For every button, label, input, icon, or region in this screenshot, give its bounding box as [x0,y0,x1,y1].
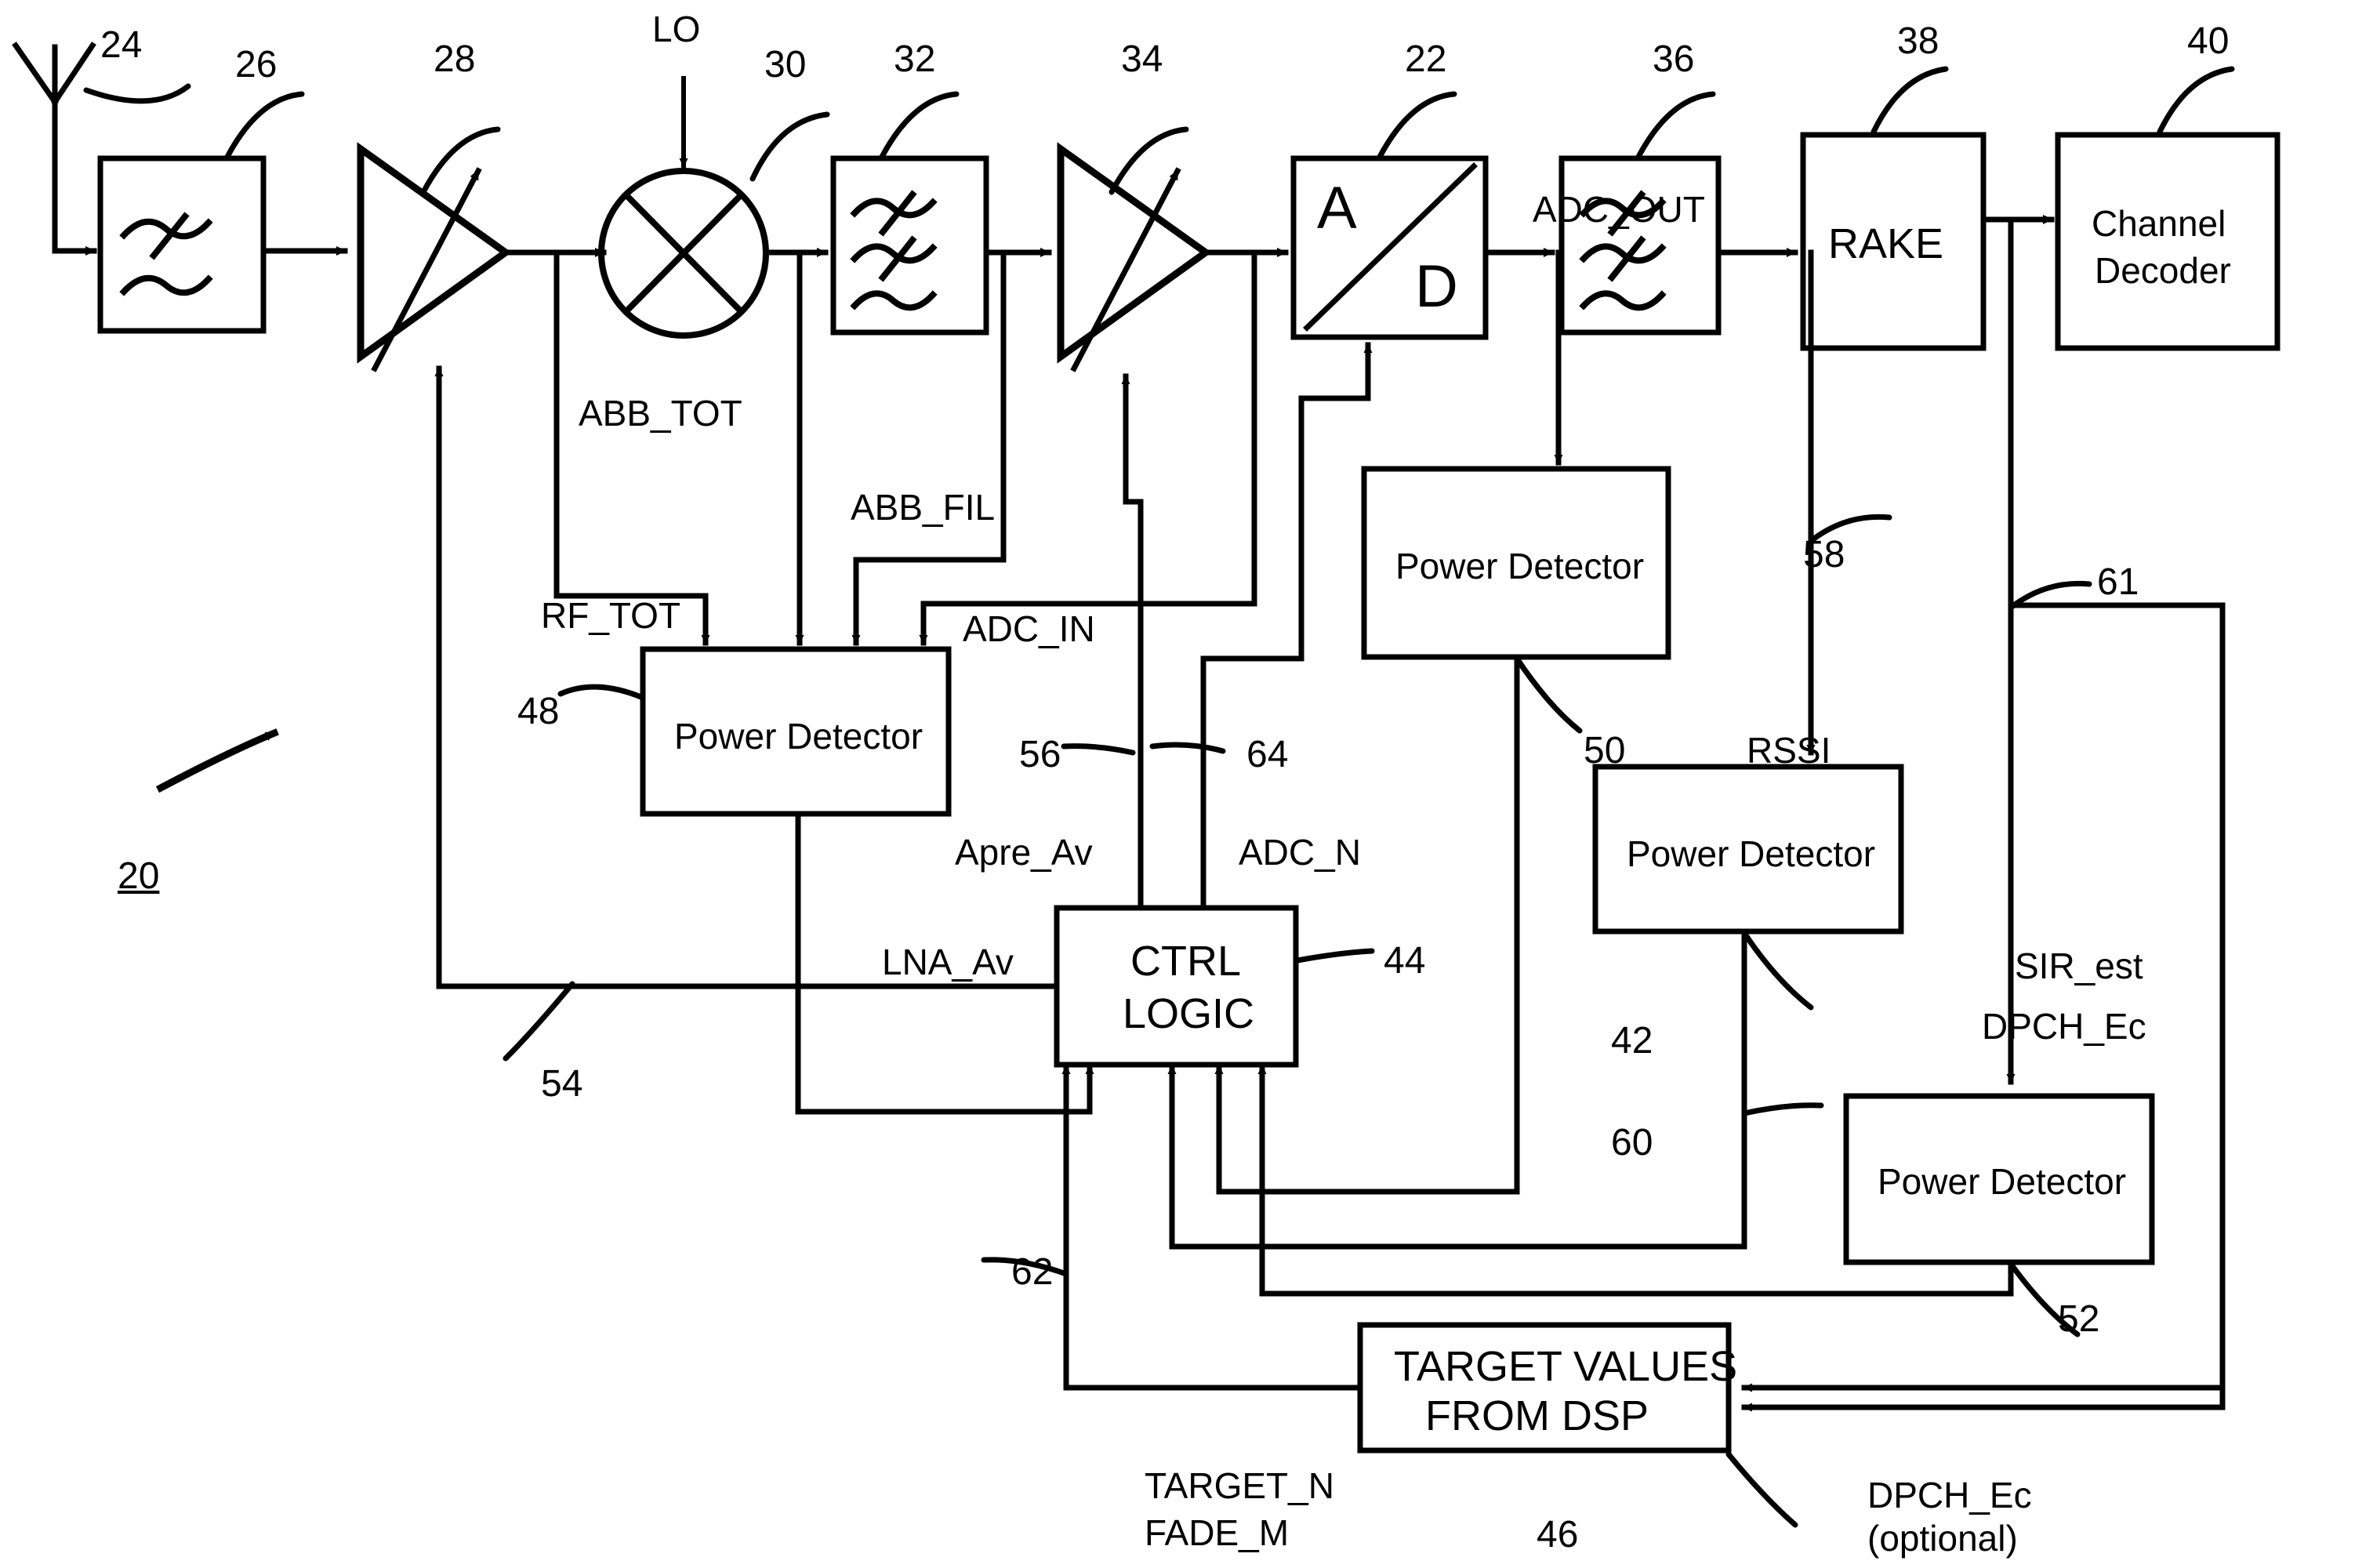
signal-label-lna-av: LNA_Av [882,942,1014,982]
bandpass-filter-glyph-26 [119,212,213,296]
ref-numeral-line-58: 58 [1803,534,1845,575]
signal-label-apre-av: Apre_Av [955,832,1093,873]
target-values-label-line2: FROM DSP [1425,1392,1649,1439]
ref-numeral-channel-decoder: 40 [2187,20,2230,62]
signal-label-rssi: RSSI [1747,730,1831,771]
target-values-label-line1: TARGET VALUES [1394,1343,1738,1390]
adc-label-d: D [1415,253,1458,320]
signal-label-sir-est: SIR_est [2015,946,2143,986]
ref-numeral-vga: 34 [1121,38,1163,80]
ref-numeral-figure: 20 [118,855,160,897]
ref-numeral-line-64: 64 [1246,734,1289,775]
ctrl-logic-label-line2: LOGIC [1123,990,1255,1037]
power-detector-52-label: Power Detector [1878,1161,2127,1202]
signal-label-dpch-ec-optional: DPCH_Ec [1867,1475,2032,1515]
ref-numeral-line-62: 62 [1011,1251,1054,1293]
signal-label-dpch-ec: DPCH_Ec [1982,1006,2146,1047]
signal-label-adc-n: ADC_N [1239,832,1361,873]
ref-numeral-digital-filter: 36 [1653,38,1695,80]
signal-label-abb-fil: ABB_FIL [851,487,996,528]
signal-label-adc-out: ADC_OUT [1533,189,1705,230]
ref-numeral-adc: 22 [1405,38,1447,80]
ref-numeral-power-detector-52: 52 [2058,1298,2100,1340]
signal-label-abb-tot: ABB_TOT [579,393,742,434]
power-detector-48-label: Power Detector [674,716,923,757]
ref-numeral-line-56: 56 [1019,734,1061,775]
power-detector-adc-out-label: Power Detector [1395,546,1645,586]
ref-numeral-line-54: 54 [541,1063,583,1105]
signal-label-rf-tot: RF_TOT [541,595,681,636]
ref-numeral-ctrl-logic: 44 [1384,940,1426,982]
ref-numeral-line-61: 61 [2097,561,2139,603]
ref-numeral-rf-filter: 26 [235,44,278,85]
ref-numeral-antenna: 24 [100,24,143,66]
patent-figure-canvas: 24 26 28 30 32 34 22 36 38 40 48 56 64 4… [0,0,2373,1568]
ref-numeral-power-detector-48: 48 [517,691,560,732]
channel-decoder-label-line1: Channel [2092,203,2226,244]
ref-numeral-lna: 28 [434,38,476,80]
signal-label-dpch-ec-optional-note: (optional) [1867,1518,2018,1559]
ref-numeral-target-values: 46 [1537,1514,1579,1555]
mixer-circle [598,168,769,339]
ref-numeral-mixer: 30 [764,44,807,85]
channel-decoder-label-line2: Decoder [2095,250,2231,291]
bandpass-filter-glyph-32 [850,190,938,311]
ref-numeral-rake: 38 [1897,20,1939,62]
signal-label-lo: LO [652,9,701,49]
ref-numeral-power-detector-50: 50 [1584,730,1626,771]
ref-numeral-power-detector-42: 42 [1611,1020,1653,1062]
rake-label: RAKE [1828,220,1944,267]
ctrl-logic-label-line1: CTRL [1130,938,1242,985]
adc-label-a: A [1317,175,1357,241]
ref-numeral-line-60: 60 [1611,1122,1653,1163]
diagram-vector-layer [12,42,2280,1528]
antenna-symbol [12,42,96,254]
power-detector-42-label: Power Detector [1627,833,1876,874]
signal-label-target-n: TARGET_N [1145,1465,1334,1506]
ref-numeral-bb-filter: 32 [894,38,936,80]
signal-label-adc-in: ADC_IN [963,608,1095,649]
signal-label-fade-m: FADE_M [1145,1512,1290,1553]
